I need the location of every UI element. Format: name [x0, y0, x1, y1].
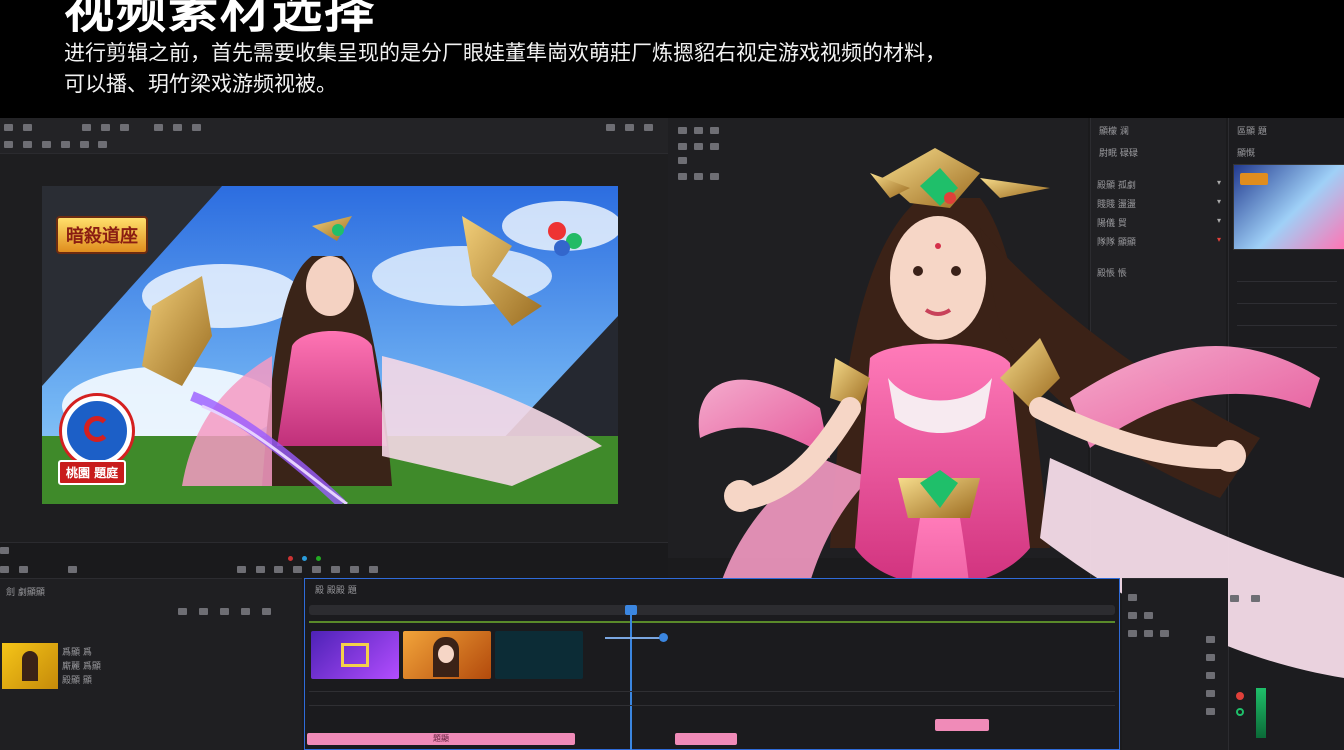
video-editor: 暗殺道座 桃園 題庭 顯檬 澜 尉眠 碌碌 殿顯 孤劇 ▾ 賤賤 盪盪 ▾ 陽儀…	[0, 118, 1344, 750]
menu-icon[interactable]	[4, 124, 13, 131]
meter-icon[interactable]	[1251, 595, 1261, 602]
marker-icon[interactable]	[0, 547, 9, 554]
razor-icon[interactable]	[1128, 630, 1137, 637]
play-icon[interactable]	[18, 566, 28, 573]
timeline-panel: 殿 殿殿 題 題顯	[304, 578, 1120, 750]
crop-icon[interactable]	[1206, 690, 1215, 697]
sync-indicator	[302, 556, 308, 561]
preview-frame[interactable]: 暗殺道座 桃園 題庭	[42, 186, 618, 504]
playhead[interactable]	[625, 605, 637, 750]
file-icon[interactable]	[22, 124, 32, 131]
clip-character[interactable]	[403, 631, 491, 679]
preview-monitor: 暗殺道座 桃園 題庭	[0, 118, 668, 578]
export-frame-icon[interactable]	[368, 566, 378, 573]
project-item[interactable]: 爲顯 爲	[62, 645, 101, 659]
badge-caption: 桃園 題庭	[58, 460, 127, 485]
audio-clip[interactable]	[675, 733, 737, 745]
ripple-icon[interactable]	[1144, 612, 1153, 619]
page-headline: 视频素材选择	[64, 0, 376, 39]
refresh-icon	[84, 416, 110, 442]
intro-line-2: 可以播、玥竹梁戏游频视被。	[64, 72, 337, 96]
tool-icon[interactable]	[60, 141, 70, 148]
zoom-icon[interactable]	[1206, 654, 1215, 661]
playback-bar	[0, 542, 668, 578]
new-bin-icon[interactable]	[262, 608, 272, 615]
sort-icon[interactable]	[220, 608, 230, 615]
mask-icon[interactable]	[1206, 708, 1215, 715]
clip-dark[interactable]	[495, 631, 583, 679]
tool-icon[interactable]	[41, 141, 51, 148]
timeline-title: 殿 殿殿 題	[315, 586, 357, 596]
cut-icon[interactable]	[154, 124, 164, 131]
grid-view-icon[interactable]	[199, 608, 209, 615]
pen-icon[interactable]	[1160, 630, 1169, 637]
step-back-icon[interactable]	[0, 566, 9, 573]
intro-line-1: 进行剪辑之前，首先需要收集呈现的是分厂眼娃董隼崗欢萌莊厂炼摁貂右视定游戏视频的材…	[64, 41, 946, 65]
time-ruler[interactable]	[309, 605, 1115, 615]
out-point-icon[interactable]	[255, 566, 265, 573]
type-icon[interactable]	[1206, 672, 1215, 679]
edit-icon[interactable]	[81, 124, 91, 131]
loop-icon[interactable]	[67, 566, 77, 573]
project-clip-thumbnail[interactable]	[2, 643, 58, 689]
audio-clip[interactable]: 題顯	[307, 733, 575, 745]
track-select-icon[interactable]	[1128, 612, 1137, 619]
project-item[interactable]: 廝麗 爲顯	[62, 659, 101, 673]
view-icon[interactable]	[100, 124, 110, 131]
tool-icon[interactable]	[98, 141, 108, 148]
list-view-icon[interactable]	[178, 608, 187, 615]
camera-icon[interactable]	[331, 566, 340, 573]
keyframe-line[interactable]	[605, 633, 668, 642]
extract-icon[interactable]	[312, 566, 322, 573]
audio-meters	[1230, 588, 1342, 748]
status-indicator	[316, 556, 322, 561]
filter-icon[interactable]	[241, 608, 251, 615]
tool-icon[interactable]	[79, 141, 89, 148]
hand-icon[interactable]	[1206, 636, 1215, 643]
export-icon[interactable]	[192, 124, 202, 131]
slip-icon[interactable]	[1144, 630, 1153, 637]
audio-clip[interactable]	[935, 719, 989, 731]
in-point-icon[interactable]	[236, 566, 246, 573]
tool-icon[interactable]	[4, 141, 13, 148]
compare-icon[interactable]	[349, 566, 359, 573]
selection-tool-icon[interactable]	[1128, 594, 1137, 601]
game-logo: 暗殺道座	[56, 216, 148, 254]
record-indicator	[288, 556, 293, 561]
preview-toolbar	[0, 118, 668, 154]
project-panel: 劍 劇顯顯 爲顯 爲 廝麗 爲顯 殿顯 顯	[0, 578, 302, 750]
brand-badge	[62, 396, 132, 466]
tools-panel	[1122, 578, 1228, 750]
panel-icon[interactable]	[119, 124, 129, 131]
settings-icon[interactable]	[173, 124, 183, 131]
window-icon[interactable]	[606, 124, 616, 131]
lift-icon[interactable]	[293, 566, 303, 573]
tool-icon[interactable]	[22, 141, 32, 148]
project-title: 劍 劇顯顯	[6, 588, 45, 598]
clip-purple[interactable]	[311, 631, 399, 679]
project-item[interactable]: 殿顯 顯	[62, 673, 101, 687]
meter-icon[interactable]	[1230, 595, 1239, 602]
mark-icon[interactable]	[274, 566, 284, 573]
banner: 视频素材选择 进行剪辑之前，首先需要收集呈现的是分厂眼娃董隼崗欢萌莊厂炼摁貂右视…	[0, 0, 1344, 118]
